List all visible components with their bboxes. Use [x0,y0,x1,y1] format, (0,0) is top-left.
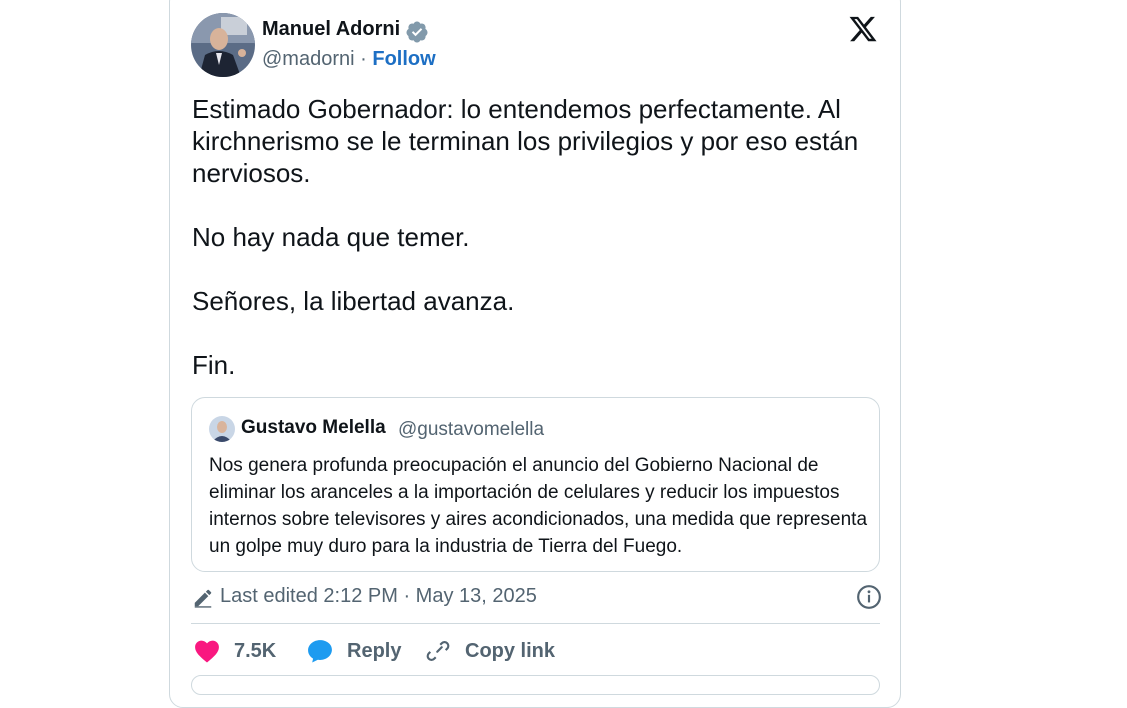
reply-bubble-icon [308,640,332,663]
pencil-icon [194,589,212,608]
reply-label: Reply [347,639,402,662]
tweet-paragraph: No hay nada que temer. [192,222,470,252]
like-button[interactable]: 7.5K [194,636,276,666]
copy-link-label: Copy link [465,639,556,662]
author-avatar[interactable] [191,13,255,77]
edited-timestamp[interactable]: Last edited 2:12 PM · May 13, 2025 [220,585,537,608]
heart-icon [195,640,219,663]
x-logo-icon[interactable] [848,14,878,44]
follow-button[interactable]: Follow [372,48,435,70]
divider [191,623,880,624]
author-handle-line: @madorni · Follow [262,48,436,71]
info-icon[interactable] [856,584,882,610]
quoted-author-handle: @gustavomelella [398,419,545,440]
author-handle[interactable]: @madorni [262,48,355,70]
link-icon [426,641,450,661]
quoted-text: Nos genera profunda preocupación el anun… [209,455,868,557]
tweet-paragraph: Estimado Gobernador: lo entendemos perfe… [192,94,859,188]
quoted-author-avatar[interactable] [209,416,235,442]
verified-badge-icon [406,21,428,43]
edited-row: Last edited 2:12 PM · May 13, 2025 [192,583,882,611]
copy-link-button[interactable]: Copy link [425,636,555,666]
quoted-tweet[interactable]: Gustavo Melella @gustavomelella Nos gene… [191,397,880,572]
handle-separator: · [360,48,367,70]
read-replies-box[interactable] [191,675,880,695]
like-count: 7.5K [234,639,277,662]
reply-button[interactable]: Reply [307,636,401,666]
quoted-author-name: Gustavo Melella [241,417,386,438]
tweet-paragraph: Fin. [192,350,236,380]
tweet-text: Estimado Gobernador: lo entendemos perfe… [192,93,882,413]
author-name[interactable]: Manuel Adorni [262,18,400,41]
tweet-paragraph: Señores, la libertad avanza. [192,286,515,316]
